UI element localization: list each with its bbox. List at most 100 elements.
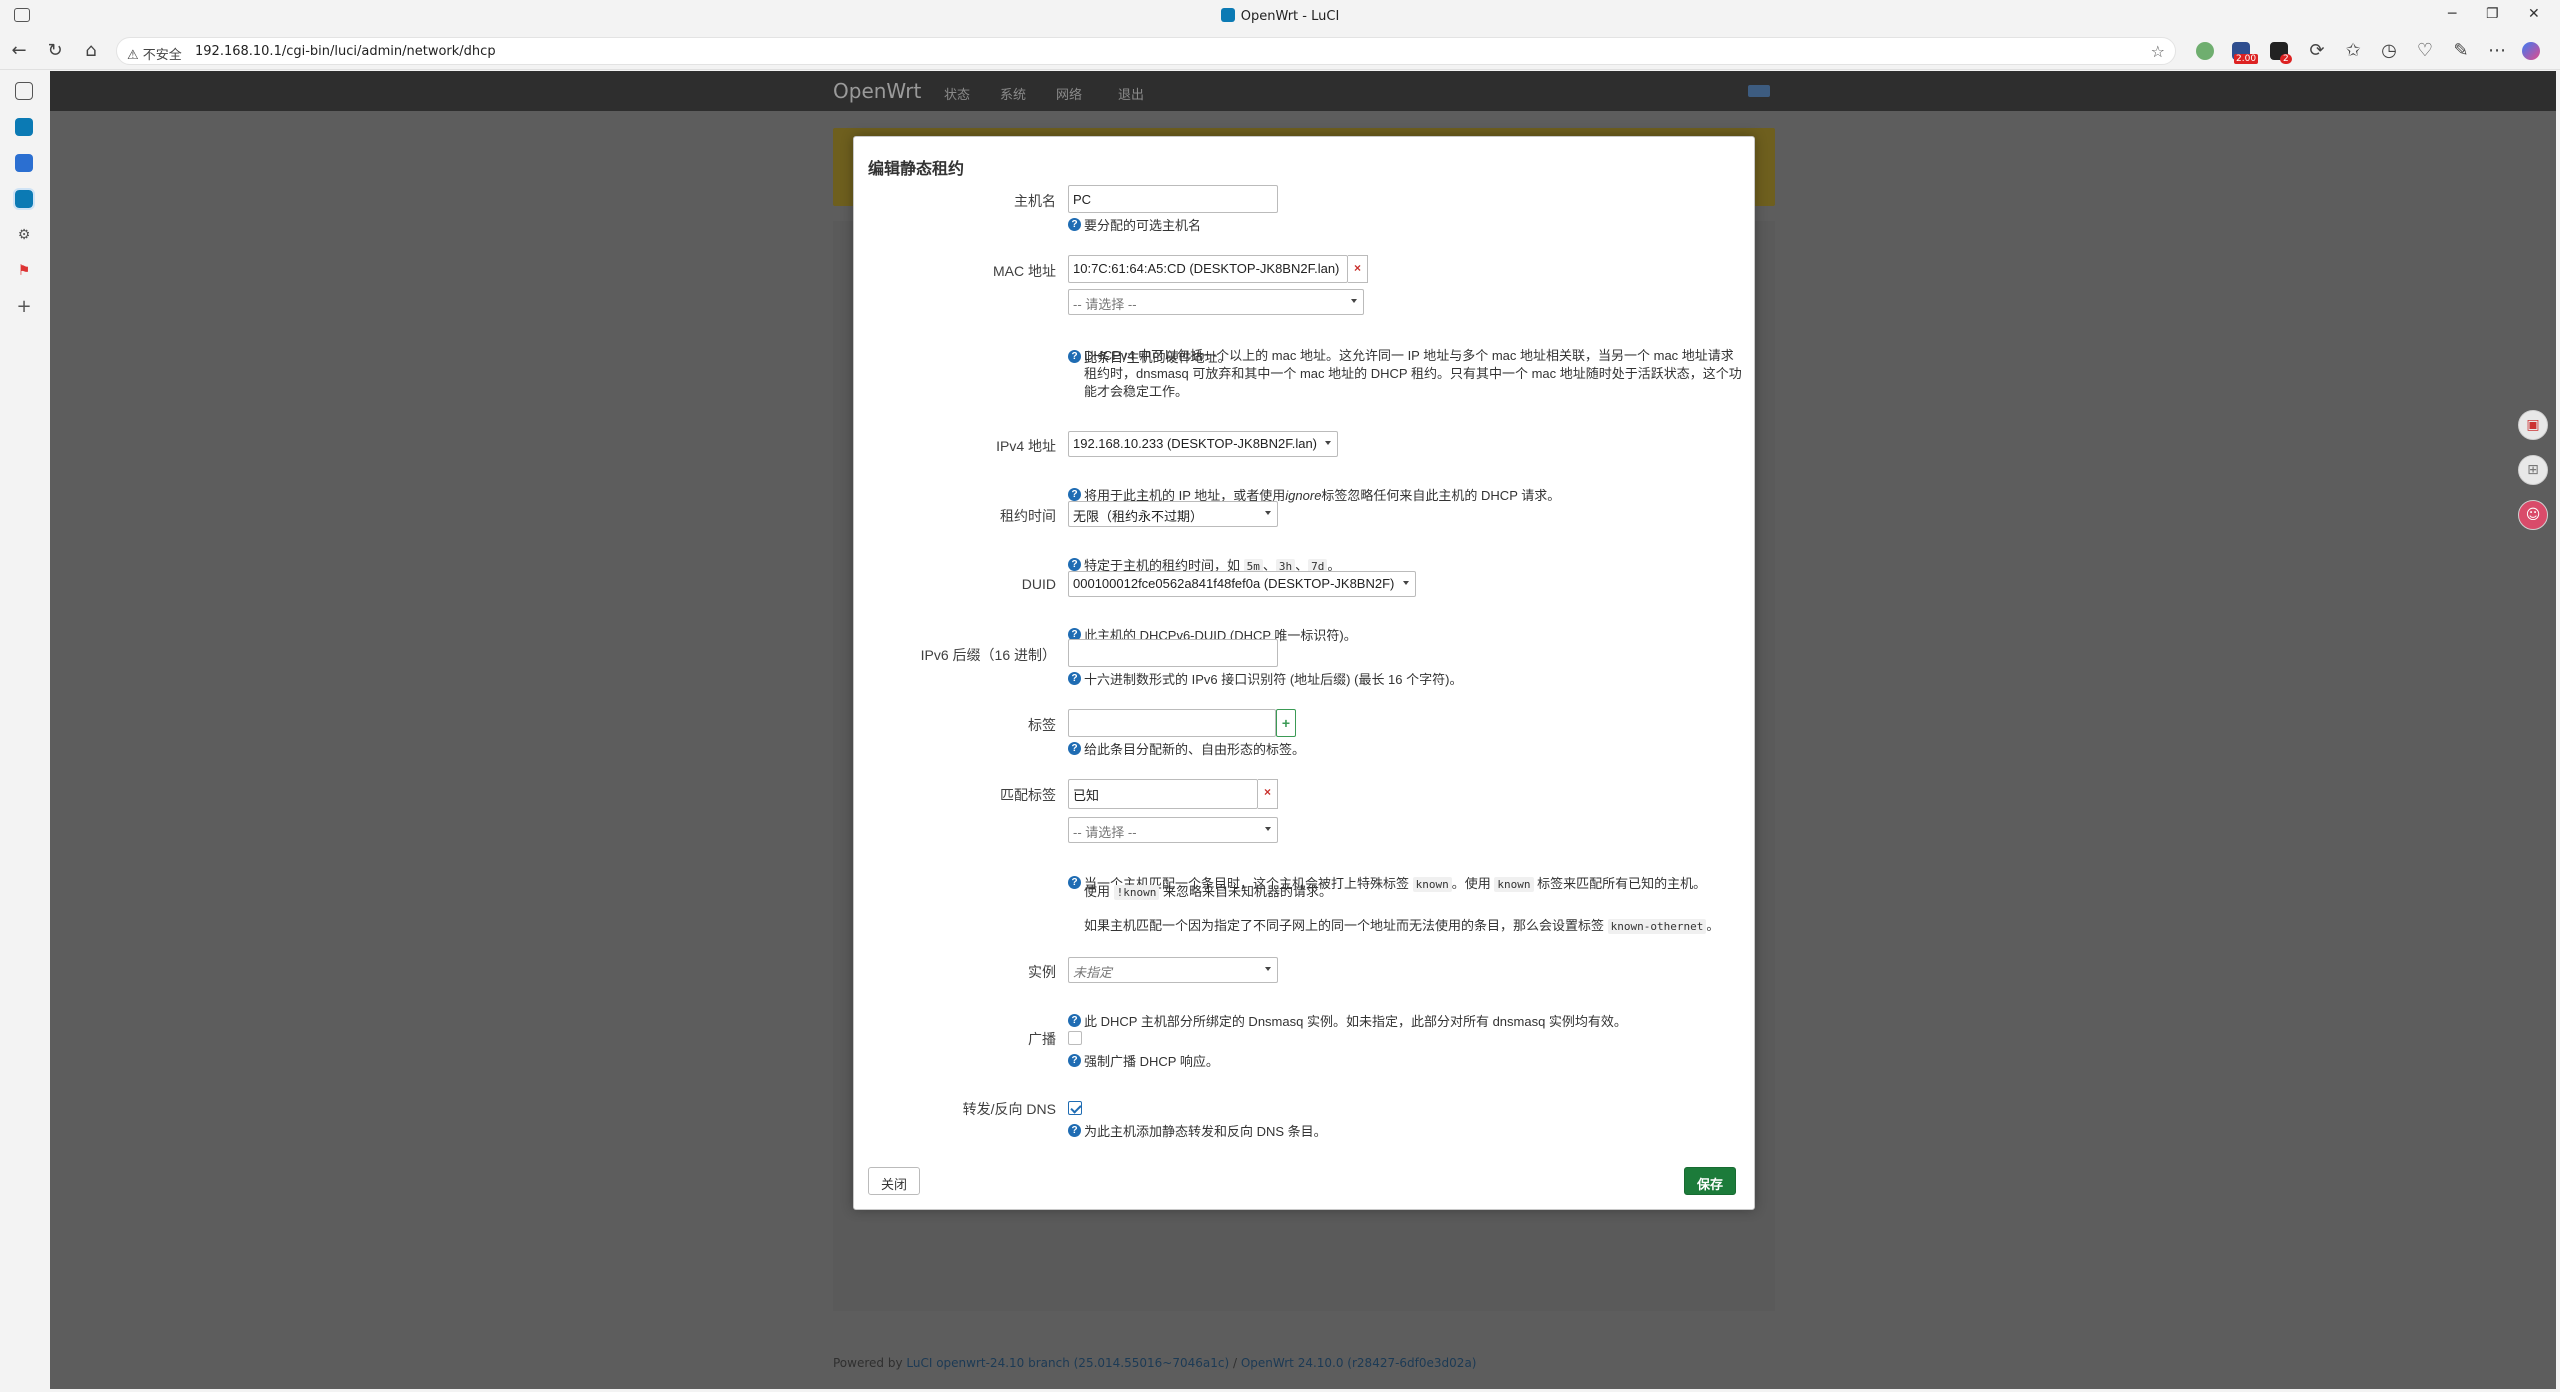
minimize-icon[interactable]: ─ [2448,6,2456,22]
extension-badge-2: 2 [2280,54,2292,64]
broadcast-label: 广播 [1028,1031,1056,1047]
restore-icon[interactable]: ❐ [2486,6,2499,22]
float-gift-icon[interactable]: ▣ [2518,410,2548,440]
copilot-icon[interactable] [2522,42,2540,60]
tag-input[interactable] [1068,709,1276,737]
menu-status[interactable]: 状态 [944,84,970,103]
close-window-icon[interactable]: ✕ [2528,6,2540,22]
sidebar-tabs-icon[interactable] [15,82,33,100]
help-icon: ? [1068,876,1081,889]
chevron-down-icon [1265,967,1271,971]
back-icon[interactable]: ← [8,40,30,61]
tag-add-button[interactable]: + [1276,709,1296,737]
url-text[interactable]: 192.168.10.1/cgi-bin/luci/admin/network/… [195,44,496,59]
help-icon: ? [1068,1014,1081,1027]
broadcast-checkbox[interactable] [1068,1031,1082,1045]
duid-select[interactable]: 000100012fce0562a841f48fef0a (DESKTOP-JK… [1068,571,1416,597]
ipv4-row: IPv4 地址 192.168.10.233 (DESKTOP-JK8BN2F.… [854,431,1754,503]
url-field[interactable]: ⚠ 不安全 192.168.10.1/cgi-bin/luci/admin/ne… [116,37,2176,65]
chevron-down-icon [1265,827,1271,831]
hostname-input[interactable] [1068,185,1278,213]
openwrt-favicon-icon [1220,8,1235,22]
sidebar-openwrt-active-icon[interactable] [13,188,35,210]
matchtag-selected-value[interactable]: 已知 [1068,779,1258,809]
mac-note: DHCPv4 中可以包括一个以上的 mac 地址。这允许同一 IP 地址与多个 … [1084,348,1742,399]
dns-help: ? 为此主机添加静态转发和反向 DNS 条目。 [1068,1123,1968,1141]
footer-luci-link[interactable]: LuCI openwrt-24.10 branch (25.014.55016~… [906,1356,1229,1370]
ipv6suffix-input[interactable] [1068,639,1278,667]
mac-add-select[interactable]: -- 请选择 -- [1068,289,1364,315]
ipv4-value: 192.168.10.233 (DESKTOP-JK8BN2F.lan) [1073,436,1318,451]
matchtag-help-post: 标签来匹配所有已知的主机。 [1537,876,1707,891]
dialog-title: 编辑静态租约 [868,161,965,178]
mac-selected-value[interactable]: 10:7C:61:64:A5:CD (DESKTOP-JK8BN2F.lan) [1068,255,1348,283]
tag-row: 标签 + ? 给此条目分配新的、自由形态的标签。 [854,709,1754,757]
footer-prefix: Powered by [833,1356,903,1370]
mac-remove-button[interactable]: × [1348,255,1368,283]
security-warning[interactable]: ⚠ 不安全 [127,44,182,63]
ipv6suffix-help-text: 十六进制数形式的 IPv6 接口识别符 (地址后缀) (最长 16 个字符)。 [1084,672,1463,687]
openwrt-brand[interactable]: OpenWrt [833,79,921,103]
sidebar-add-icon[interactable]: + [15,298,33,316]
sidebar-translate-icon[interactable] [15,154,33,172]
help-icon: ? [1068,1124,1081,1137]
sidebar-app-icon[interactable]: ⚑ [15,262,33,280]
changes-badge[interactable] [1748,85,1770,97]
dns-checkbox[interactable] [1068,1101,1082,1115]
float-avatar-icon[interactable]: ☺ [2518,500,2548,530]
menu-network[interactable]: 网络 [1056,84,1082,103]
instance-help-text: 此 DHCP 主机部分所绑定的 Dnsmasq 实例。如未指定，此部分对所有 d… [1084,1014,1627,1029]
instance-select[interactable]: 未指定 [1068,957,1278,983]
help-icon: ? [1068,742,1081,755]
sidebar-settings-icon[interactable]: ⚙ [15,226,33,244]
matchtag-note-2: 如果主机匹配一个因为指定了不同子网上的同一个地址而无法使用的条目，那么会设置标签… [1084,917,1719,936]
extension-green-icon[interactable] [2196,42,2214,60]
duid-row: DUID 000100012fce0562a841f48fef0a (DESKT… [854,571,1754,643]
menu-system[interactable]: 系统 [1000,84,1026,103]
refresh-icon[interactable]: ↻ [44,40,66,61]
ipv4-select[interactable]: 192.168.10.233 (DESKTOP-JK8BN2F.lan) [1068,431,1338,457]
close-button[interactable]: 关闭 [868,1167,921,1195]
matchtag-code-known-2: known [1494,877,1534,892]
sync-icon[interactable]: ⟳ [2306,40,2328,61]
sidebar-openwrt-icon[interactable] [15,118,33,136]
save-button[interactable]: 保存 [1684,1167,1737,1195]
hostname-row: 主机名 ?要分配的可选主机名 [854,185,1754,233]
close-icon: × [1263,785,1271,799]
matchtag-row: 匹配标签 已知 × -- 请选择 -- ? 当一个主机匹配一个条目时，这个主机会被… [854,779,1754,934]
chevron-down-icon [1265,511,1271,515]
footer-openwrt-link[interactable]: OpenWrt 24.10.0 (r28427-6df0e3d02a) [1241,1356,1477,1370]
dns-row: 转发/反向 DNS ? 为此主机添加静态转发和反向 DNS 条目。 [854,1099,1754,1139]
window-title-text: OpenWrt - LuCI [1240,9,1340,24]
heart-icon[interactable]: ♡ [2414,40,2436,61]
hostname-help: ? 要分配的可选主机名 [1068,217,1968,235]
home-icon[interactable]: ⌂ [80,40,102,61]
address-bar-row: ← ↻ ⌂ ⚠ 不安全 192.168.10.1/cgi-bin/luci/ad… [0,32,2560,70]
leasetime-select[interactable]: 无限（租约永不过期） [1068,501,1278,527]
help-icon: ? [1068,1054,1081,1067]
instance-row: 实例 未指定 ? 此 DHCP 主机部分所绑定的 Dnsmasq 实例。如未指定，… [854,957,1754,1029]
instance-value: 未指定 [1073,965,1113,980]
matchtag-remove-button[interactable]: × [1258,779,1278,809]
broadcast-help: ? 强制广播 DHCP 响应。 [1068,1053,1968,1071]
more-icon[interactable]: ⋯ [2486,40,2508,61]
note1-post: 来忽略来自未知机器的请求。 [1163,884,1333,899]
matchtag-label: 匹配标签 [1000,787,1056,803]
history-icon[interactable]: ◷ [2378,40,2400,61]
mac-value-text: 10:7C:61:64:A5:CD (DESKTOP-JK8BN2F.lan) [1073,261,1340,276]
favorite-star-icon[interactable]: ☆ [2151,42,2165,61]
note1-pre: 使用 [1084,884,1111,899]
float-grid-icon[interactable]: ⊞ [2518,455,2548,485]
matchtag-add-select[interactable]: -- 请选择 -- [1068,817,1278,843]
note2-post: 。 [1706,918,1720,933]
favorites-icon[interactable]: ✩ [2342,40,2364,61]
menu-logout[interactable]: 退出 [1118,84,1144,103]
broadcast-help-text: 强制广播 DHCP 响应。 [1084,1054,1219,1069]
help-icon: ? [1068,558,1081,571]
note2-pre: 如果主机匹配一个因为指定了不同子网上的同一个地址而无法使用的条目，那么会设置标签 [1084,918,1605,933]
matchtag-select-placeholder: -- 请选择 -- [1073,825,1137,840]
ipv6suffix-label: IPv6 后缀（16 进制） [920,647,1056,663]
ipv4-label: IPv4 地址 [996,438,1056,454]
help-icon: ? [1068,672,1081,685]
pen-icon[interactable]: ✎ [2450,40,2472,61]
